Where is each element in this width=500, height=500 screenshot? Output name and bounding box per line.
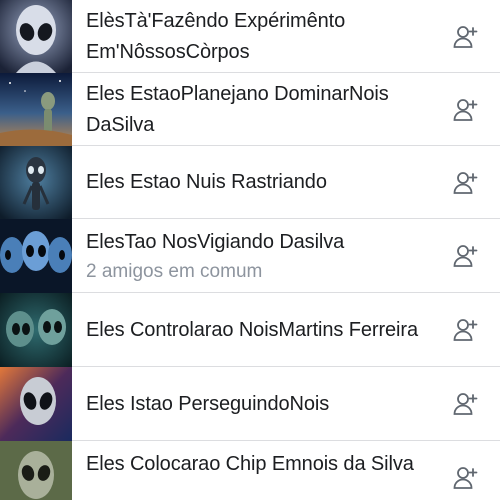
suggestion-row[interactable]: ElèsTà'Fazêndo Expérimênto Em'NôssosCòrp… xyxy=(0,0,500,73)
add-friend-button[interactable] xyxy=(448,92,484,128)
suggestion-row[interactable]: Eles Estao Nuis Rastriando xyxy=(0,146,500,219)
add-friend-button[interactable] xyxy=(448,238,484,274)
friend-suggestions-list: ElèsTà'Fazêndo Expérimênto Em'NôssosCòrp… xyxy=(0,0,500,500)
profile-name[interactable]: Eles Controlarao NoisMartins Ferreira xyxy=(86,315,430,346)
add-friend-button[interactable] xyxy=(448,460,484,496)
add-friend-button[interactable] xyxy=(448,165,484,201)
mutual-friends-count: 2 amigos em comum xyxy=(86,260,263,282)
add-friend-icon xyxy=(453,245,478,267)
add-friend-button[interactable] xyxy=(448,19,484,55)
profile-thumbnail[interactable] xyxy=(0,441,72,500)
profile-name[interactable]: Eles EstaoPlanejano DominarNois DaSilva xyxy=(86,79,430,141)
suggestion-row[interactable]: ElesTao NosVigiando Dasilva 2 amigos em … xyxy=(0,219,500,293)
add-friend-button[interactable] xyxy=(448,386,484,422)
profile-name[interactable]: Eles Estao Nuis Rastriando xyxy=(86,167,430,198)
profile-thumbnail[interactable] xyxy=(0,219,72,293)
add-friend-icon xyxy=(453,393,478,415)
suggestion-row[interactable]: Eles EstaoPlanejano DominarNois DaSilva xyxy=(0,73,500,146)
profile-name[interactable]: ElèsTà'Fazêndo Expérimênto Em'NôssosCòrp… xyxy=(86,6,430,68)
suggestion-row[interactable]: Eles Colocarao Chip Emnois da Silva xyxy=(0,441,500,500)
add-friend-icon xyxy=(453,319,478,341)
profile-name[interactable]: ElesTao NosVigiando Dasilva xyxy=(86,227,430,258)
add-friend-icon xyxy=(453,467,478,489)
profile-thumbnail[interactable] xyxy=(0,367,72,441)
add-friend-icon xyxy=(453,25,478,48)
profile-name[interactable]: Eles Colocarao Chip Emnois da Silva xyxy=(86,449,430,480)
profile-thumbnail[interactable] xyxy=(0,146,72,219)
profile-thumbnail[interactable] xyxy=(0,293,72,367)
add-friend-icon xyxy=(453,98,478,121)
suggestion-row[interactable]: Eles Controlarao NoisMartins Ferreira xyxy=(0,293,500,367)
profile-thumbnail[interactable] xyxy=(0,0,72,73)
suggestion-row[interactable]: Eles Istao PerseguindoNois xyxy=(0,367,500,441)
add-friend-icon xyxy=(453,171,478,194)
profile-name[interactable]: Eles Istao PerseguindoNois xyxy=(86,389,430,420)
add-friend-button[interactable] xyxy=(448,312,484,348)
profile-thumbnail[interactable] xyxy=(0,73,72,146)
